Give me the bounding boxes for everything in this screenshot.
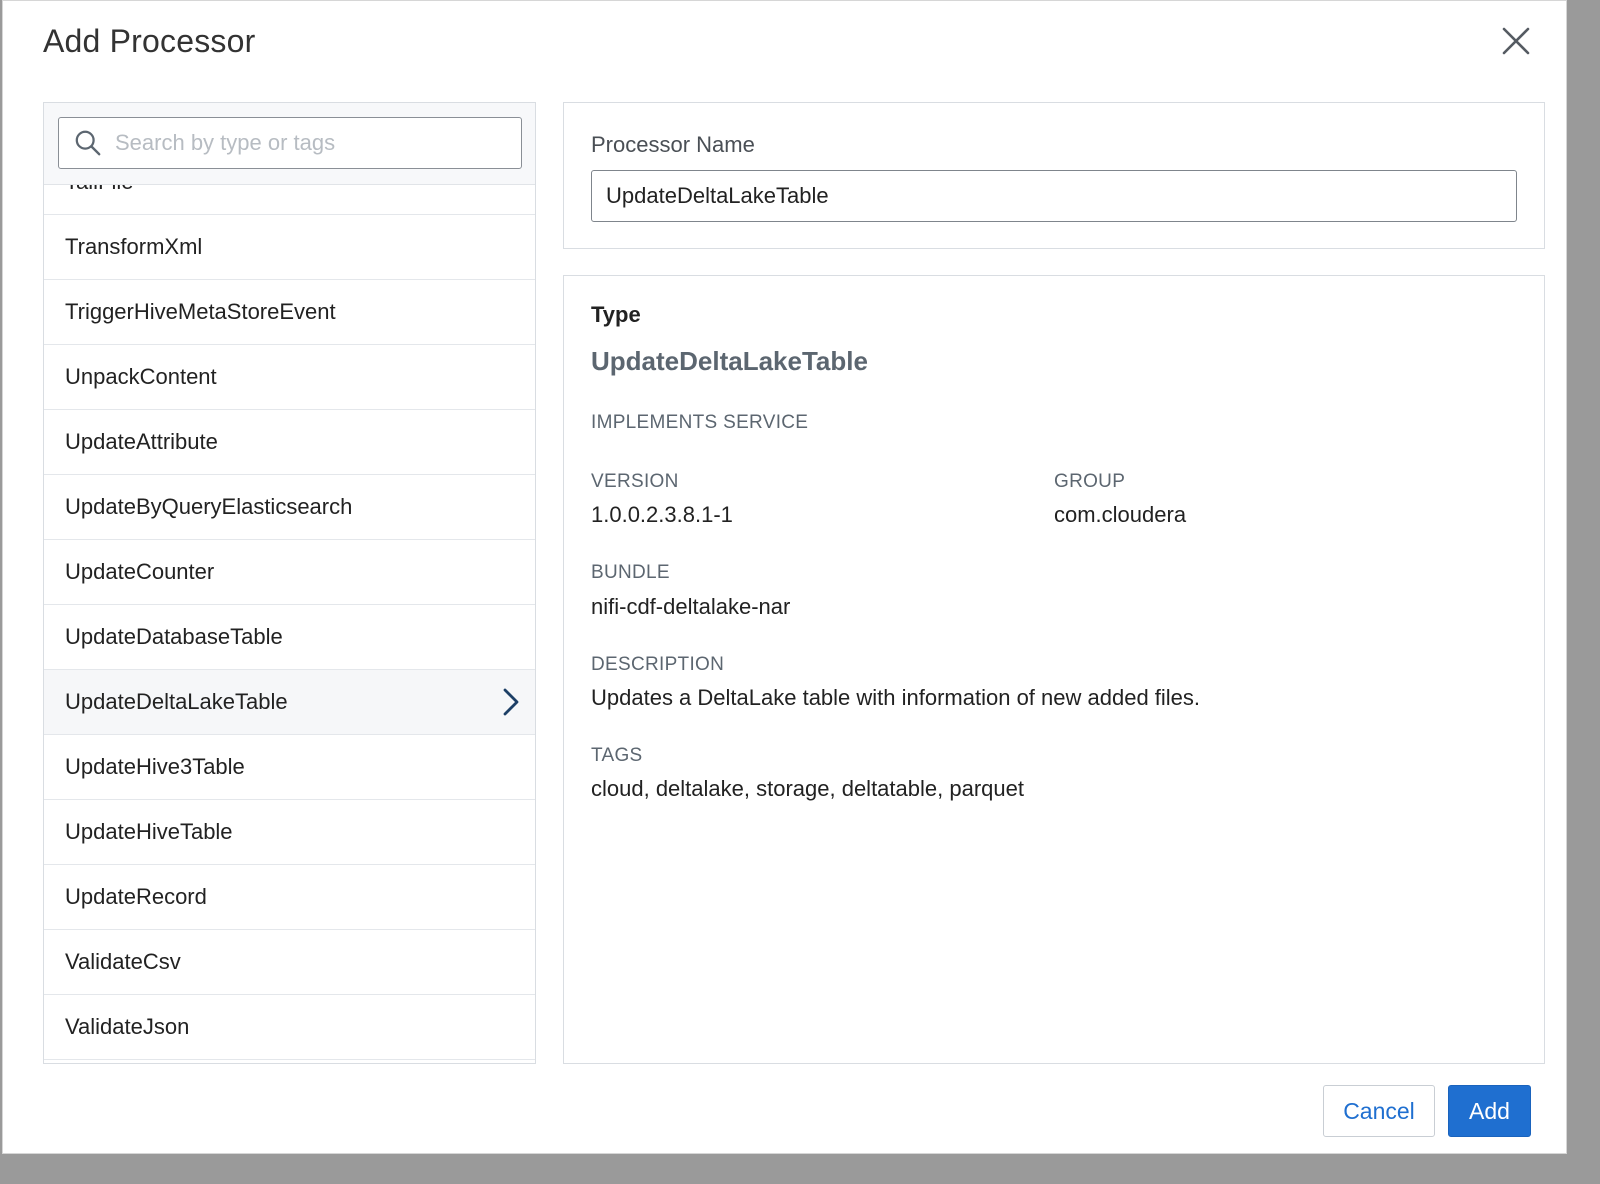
version-value: 1.0.0.2.3.8.1-1 <box>591 502 733 527</box>
processor-list: TailFile TransformXml TriggerHiveMetaSto… <box>44 184 535 1063</box>
close-icon <box>1501 26 1531 61</box>
list-item[interactable]: TriggerHiveMetaStoreEvent <box>44 280 535 345</box>
implements-service-label: IMPLEMENTS SERVICE <box>591 412 809 433</box>
description-label: DESCRIPTION <box>591 654 725 675</box>
processor-name-input[interactable] <box>591 170 1517 222</box>
list-item[interactable]: ValidateJson <box>44 995 535 1060</box>
list-item[interactable]: TailFile <box>44 184 535 215</box>
type-heading: Type <box>591 302 641 327</box>
list-item-label: ValidateCsv <box>65 949 181 974</box>
list-item-label: TailFile <box>65 184 133 195</box>
processor-name-panel: Processor Name <box>563 102 1545 249</box>
list-item[interactable]: TransformXml <box>44 215 535 280</box>
bundle-value: nifi-cdf-deltalake-nar <box>591 594 791 619</box>
processor-list-panel: TailFile TransformXml TriggerHiveMetaSto… <box>43 102 536 1064</box>
type-value: UpdateDeltaLakeTable <box>591 346 868 376</box>
list-item-label: TriggerHiveMetaStoreEvent <box>65 299 336 324</box>
list-item[interactable]: UpdateRecord <box>44 865 535 930</box>
list-item-label: TransformXml <box>65 234 203 259</box>
list-item-selected[interactable]: UpdateDeltaLakeTable <box>44 670 535 735</box>
version-label: VERSION <box>591 471 679 492</box>
list-item-label: UpdateRecord <box>65 884 207 909</box>
list-item[interactable]: UpdateAttribute <box>44 410 535 475</box>
group-value: com.cloudera <box>1054 502 1187 527</box>
tags-label: TAGS <box>591 745 643 766</box>
list-item-label: ValidateJson <box>65 1014 190 1039</box>
list-item[interactable]: UpdateDatabaseTable <box>44 605 535 670</box>
list-item-label: UnpackContent <box>65 364 217 389</box>
list-item-label: UpdateAttribute <box>65 429 218 454</box>
tags-value: cloud, deltalake, storage, deltatable, p… <box>591 776 1024 801</box>
processor-details-panel: Type UpdateDeltaLakeTable IMPLEMENTS SER… <box>563 275 1545 1064</box>
description-value: Updates a DeltaLake table with informati… <box>591 685 1201 710</box>
search-input[interactable] <box>113 129 497 157</box>
list-item[interactable]: ValidateCsv <box>44 930 535 995</box>
list-item[interactable]: UpdateCounter <box>44 540 535 605</box>
search-area <box>44 103 535 185</box>
list-item-label: UpdateHiveTable <box>65 819 233 844</box>
list-item-label: UpdateCounter <box>65 559 215 584</box>
group-label: GROUP <box>1054 471 1126 492</box>
search-box[interactable] <box>58 117 522 169</box>
list-item[interactable]: UpdateByQueryElasticsearch <box>44 475 535 540</box>
list-item[interactable]: UpdateHive3Table <box>44 735 535 800</box>
cancel-button[interactable]: Cancel <box>1323 1085 1435 1137</box>
search-icon <box>73 128 103 158</box>
add-button[interactable]: Add <box>1448 1085 1531 1137</box>
list-item-label: UpdateDatabaseTable <box>65 624 283 649</box>
add-processor-dialog: Add Processor TailFile TransformXml Trig… <box>2 0 1567 1154</box>
list-item-label: UpdateByQueryElasticsearch <box>65 494 353 519</box>
chevron-right-icon <box>499 686 523 718</box>
close-button[interactable] <box>1496 23 1536 63</box>
list-item-label: UpdateHive3Table <box>65 754 245 779</box>
dialog-title: Add Processor <box>43 23 256 59</box>
processor-name-label: Processor Name <box>591 132 755 157</box>
list-item[interactable]: UnpackContent <box>44 345 535 410</box>
list-item-label: UpdateDeltaLakeTable <box>65 689 288 714</box>
bundle-label: BUNDLE <box>591 562 670 583</box>
list-item[interactable]: UpdateHiveTable <box>44 800 535 865</box>
